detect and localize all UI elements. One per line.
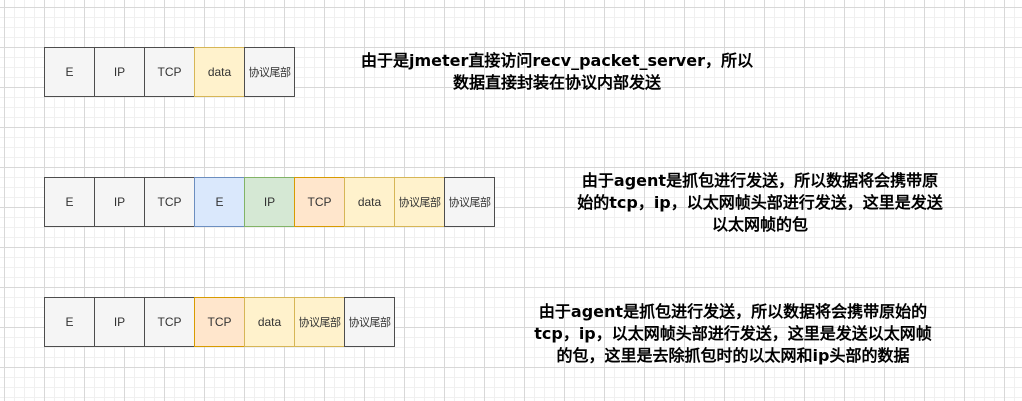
note-row-2-line-1: 由于agent是抓包进行发送，所以数据将会携带原 bbox=[581, 171, 939, 190]
packet-row-1: E IP TCP data 协议尾部 bbox=[44, 47, 295, 97]
note-row-2-line-3: 以太网帧的包 bbox=[711, 215, 808, 234]
note-row-3-line-2: tcp，ip，以太网帧头部进行发送，这里是发送以太网帧 bbox=[534, 324, 932, 343]
cell-ip-header: IP bbox=[94, 297, 145, 347]
note-row-3-line-3: 的包，这里是去除抓包时的以太网和ip头部的数据 bbox=[556, 346, 910, 365]
note-row-2-line-2: 始的tcp，ip，以太网帧头部进行发送，这里是发送 bbox=[577, 193, 943, 212]
cell-ip-header: IP bbox=[94, 177, 145, 227]
cell-data: data bbox=[244, 297, 295, 347]
packet-row-3: E IP TCP TCP data 协议尾部 协议尾部 bbox=[44, 297, 395, 347]
cell-inner-protocol-trailer: 协议尾部 bbox=[294, 297, 345, 347]
note-row-3: 由于agent是抓包进行发送，所以数据将会携带原始的 tcp，ip，以太网帧头部… bbox=[466, 301, 1000, 367]
note-row-1: 由于是jmeter直接访问recv_packet_server，所以 数据直接封… bbox=[330, 50, 784, 94]
cell-inner-ethernet-header: E bbox=[194, 177, 245, 227]
cell-tcp-header: TCP bbox=[144, 297, 195, 347]
cell-inner-protocol-trailer: 协议尾部 bbox=[394, 177, 445, 227]
cell-inner-ip-header: IP bbox=[244, 177, 295, 227]
cell-inner-tcp-header: TCP bbox=[194, 297, 245, 347]
note-row-2: 由于agent是抓包进行发送，所以数据将会携带原 始的tcp，ip，以太网帧头部… bbox=[522, 170, 998, 236]
cell-ethernet-header: E bbox=[44, 297, 95, 347]
cell-protocol-trailer: 协议尾部 bbox=[344, 297, 395, 347]
cell-ethernet-header: E bbox=[44, 47, 95, 97]
packet-row-2: E IP TCP E IP TCP data 协议尾部 协议尾部 bbox=[44, 177, 495, 227]
note-row-1-line-1: 由于是jmeter直接访问recv_packet_server，所以 bbox=[361, 51, 753, 70]
cell-protocol-trailer: 协议尾部 bbox=[244, 47, 295, 97]
cell-data: data bbox=[194, 47, 245, 97]
cell-inner-tcp-header: TCP bbox=[294, 177, 345, 227]
note-row-3-line-1: 由于agent是抓包进行发送，所以数据将会携带原始的 bbox=[538, 302, 928, 321]
cell-ethernet-header: E bbox=[44, 177, 95, 227]
cell-tcp-header: TCP bbox=[144, 177, 195, 227]
note-row-1-line-2: 数据直接封装在协议内部发送 bbox=[452, 73, 661, 92]
cell-ip-header: IP bbox=[94, 47, 145, 97]
cell-tcp-header: TCP bbox=[144, 47, 195, 97]
cell-data: data bbox=[344, 177, 395, 227]
cell-protocol-trailer: 协议尾部 bbox=[444, 177, 495, 227]
